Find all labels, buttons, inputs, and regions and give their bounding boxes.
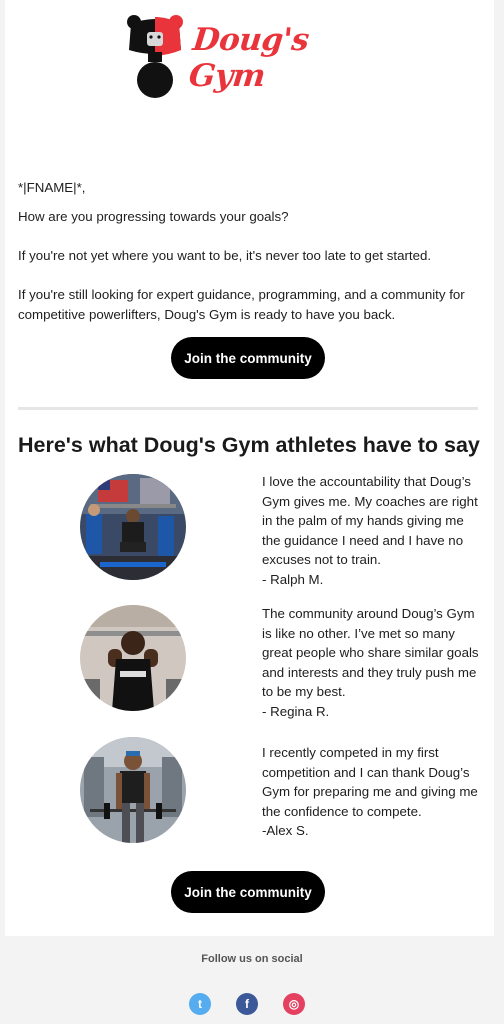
athlete-squat-photo	[80, 474, 186, 580]
testimonial-author: - Regina R.	[262, 703, 330, 719]
kettlebell-bear-icon	[127, 15, 183, 98]
follow-us-label: Follow us on social	[201, 953, 303, 965]
testimonial-author: - Ralph M.	[262, 571, 324, 587]
testimonial-quote: I love the accountability that Doug’s Gy…	[262, 474, 478, 567]
testimonial-alex: I recently competed in my first competit…	[262, 743, 482, 841]
greeting: *|FNAME|*,	[18, 180, 86, 195]
dougs-gym-logo[interactable]: Doug's Gym	[125, 12, 375, 104]
join-community-button[interactable]: Join the community	[171, 337, 325, 379]
paragraph-goals: How are you progressing towards your goa…	[18, 209, 289, 224]
testimonial-ralph: I love the accountability that Doug’s Gy…	[262, 472, 482, 589]
twitter-icon[interactable]: t	[189, 993, 211, 1015]
testimonial-author: -Alex S.	[262, 823, 309, 838]
brand-name: Doug's Gym	[187, 22, 311, 94]
section-divider	[18, 407, 478, 410]
join-community-button-bottom[interactable]: Join the community	[171, 871, 325, 913]
athlete-deadlift-photo	[80, 737, 186, 843]
testimonial-regina: The community around Doug’s Gym is like …	[262, 604, 482, 721]
instagram-icon[interactable]: ◎	[283, 993, 305, 1015]
testimonial-quote: I recently competed in my first competit…	[262, 745, 478, 819]
paragraph-come-back: If you're still looking for expert guida…	[18, 287, 465, 322]
facebook-icon[interactable]: f	[236, 993, 258, 1015]
testimonials-heading: Here's what Doug's Gym athletes have to …	[18, 433, 480, 457]
testimonial-quote: The community around Doug’s Gym is like …	[262, 606, 479, 699]
athlete-savage-photo	[80, 605, 186, 711]
paragraph-get-started: If you're not yet where you want to be, …	[18, 248, 432, 263]
